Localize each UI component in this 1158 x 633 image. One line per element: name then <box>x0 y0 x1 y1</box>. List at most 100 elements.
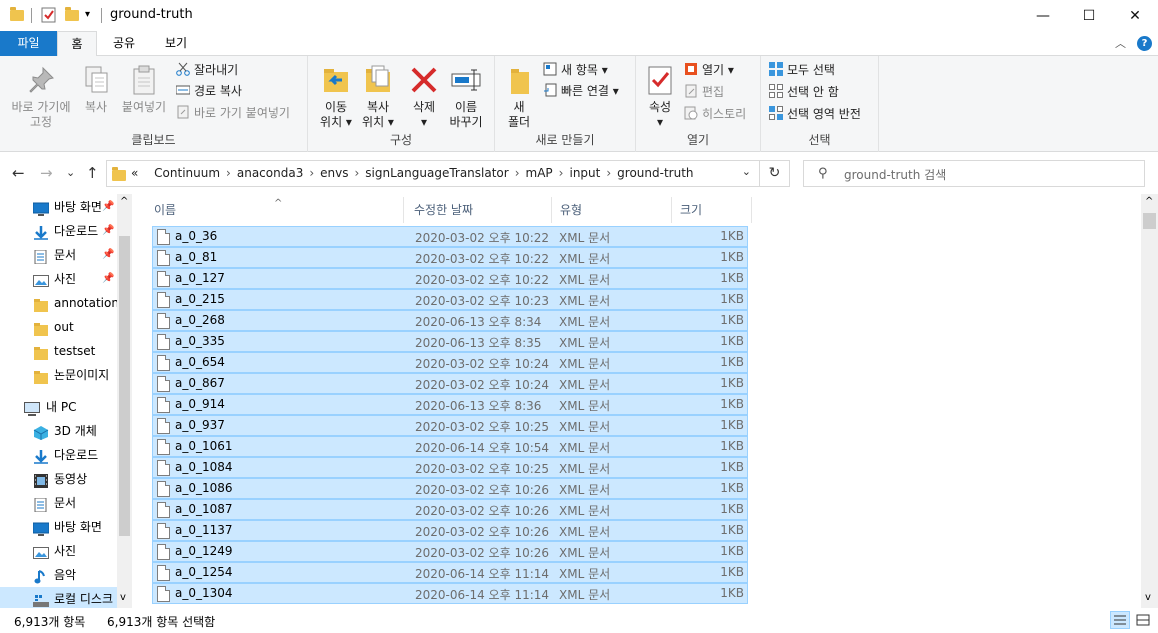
new-folder-quick-icon[interactable] <box>65 7 79 25</box>
help-icon[interactable]: ? <box>1137 36 1152 51</box>
properties-button[interactable]: 속성 ▾ <box>644 64 676 130</box>
breadcrumb-anaconda3[interactable]: anaconda3 <box>237 166 303 180</box>
new-item-button[interactable]: 새 항목 ▾ <box>543 60 608 80</box>
pin-quick-access-button[interactable]: 바로 가기에 고정 <box>6 64 76 130</box>
nav-scroll-up-icon[interactable]: ^ <box>120 196 128 207</box>
copy-button[interactable]: 복사 <box>78 64 114 115</box>
nav-item-pc-documents[interactable]: 문서 <box>0 491 118 515</box>
back-button[interactable]: ← <box>12 164 25 182</box>
nav-item-pictures[interactable]: 사진 📌 <box>0 267 118 291</box>
breadcrumb-separator-icon[interactable]: › <box>515 166 520 180</box>
search-input[interactable]: ⚲ ground-truth 검색 <box>803 160 1145 187</box>
file-list-scroll-thumb[interactable] <box>1143 213 1156 229</box>
nav-scroll-down-icon[interactable]: v <box>120 592 126 603</box>
file-row[interactable]: a_0_1086 2020-03-02 오후 10:26 XML 문서 1KB <box>152 478 748 499</box>
column-header-date[interactable]: 수정한 날짜 <box>404 197 552 223</box>
address-bar[interactable]: « Continuum › anaconda3 › envs › signLanguageT… <box>106 160 760 187</box>
nav-item-videos[interactable]: 동영상 <box>0 467 118 491</box>
copy-to-button[interactable]: 복사 위치 ▾ <box>356 64 400 130</box>
scroll-down-icon[interactable]: v <box>1145 592 1151 603</box>
nav-scrollbar[interactable]: ^ v <box>117 194 132 608</box>
delete-button[interactable]: 삭제 ▾ <box>404 64 444 130</box>
nav-item-pc-desktop[interactable]: 바탕 화면 <box>0 515 118 539</box>
easy-access-button[interactable]: 빠른 연결 ▾ <box>543 81 619 101</box>
new-folder-button[interactable]: 새 폴더 <box>501 64 537 130</box>
file-row[interactable]: a_0_1304 2020-06-14 오후 11:14 XML 문서 1KB <box>152 583 748 604</box>
move-to-button[interactable]: 이동 위치 ▾ <box>314 64 358 130</box>
breadcrumb-ground-truth[interactable]: ground-truth <box>617 166 693 180</box>
history-button[interactable]: 히스토리 <box>684 104 746 124</box>
large-icons-view-button[interactable] <box>1133 611 1153 629</box>
properties-dropdown[interactable]: ▾ <box>644 115 676 130</box>
file-row[interactable]: a_0_81 2020-03-02 오후 10:22 XML 문서 1KB <box>152 247 748 268</box>
nav-item-3d-objects[interactable]: 3D 개체 <box>0 419 118 443</box>
nav-item-this-pc[interactable]: 내 PC <box>0 395 118 419</box>
edit-button[interactable]: 편집 <box>684 82 724 102</box>
file-row[interactable]: a_0_914 2020-06-13 오후 8:36 XML 문서 1KB <box>152 394 748 415</box>
file-row[interactable]: a_0_937 2020-03-02 오후 10:25 XML 문서 1KB <box>152 415 748 436</box>
cut-button[interactable]: 잘라내기 <box>176 60 238 80</box>
close-button[interactable]: ✕ <box>1112 0 1158 31</box>
file-row[interactable]: a_0_1254 2020-06-14 오후 11:14 XML 문서 1KB <box>152 562 748 583</box>
select-all-button[interactable]: 모두 선택 <box>769 60 835 80</box>
nav-item-testset[interactable]: testset <box>0 339 118 363</box>
breadcrumb-overflow[interactable]: « <box>131 166 138 180</box>
customize-qat-icon[interactable]: ▾ <box>85 9 95 27</box>
nav-item-documents[interactable]: 문서 📌 <box>0 243 118 267</box>
tab-file[interactable]: 파일 <box>0 31 57 56</box>
column-header-name[interactable]: 이름 ^ <box>140 197 404 223</box>
nav-item-pc-pictures[interactable]: 사진 <box>0 539 118 563</box>
properties-icon[interactable] <box>41 7 57 25</box>
up-button[interactable]: ↑ <box>86 164 99 182</box>
file-row[interactable]: a_0_127 2020-03-02 오후 10:22 XML 문서 1KB <box>152 268 748 289</box>
nav-item-desktop[interactable]: 바탕 화면 📌 <box>0 195 118 219</box>
delete-dropdown[interactable]: ▾ <box>404 115 444 130</box>
scroll-up-icon[interactable]: ^ <box>1145 196 1153 207</box>
breadcrumb-separator-icon[interactable]: › <box>606 166 611 180</box>
minimize-button[interactable]: — <box>1020 0 1066 31</box>
tab-view[interactable]: 보기 <box>156 31 196 56</box>
nav-item-downloads[interactable]: 다운로드 📌 <box>0 219 118 243</box>
file-row[interactable]: a_0_1249 2020-03-02 오후 10:26 XML 문서 1KB <box>152 541 748 562</box>
nav-item-paper-images[interactable]: 논문이미지 <box>0 363 118 387</box>
breadcrumb-separator-icon[interactable]: › <box>309 166 314 180</box>
breadcrumb-continuum[interactable]: Continuum <box>154 166 220 180</box>
invert-selection-button[interactable]: 선택 영역 반전 <box>769 104 861 124</box>
file-row[interactable]: a_0_867 2020-03-02 오후 10:24 XML 문서 1KB <box>152 373 748 394</box>
file-row[interactable]: a_0_268 2020-06-13 오후 8:34 XML 문서 1KB <box>152 310 748 331</box>
select-none-button[interactable]: 선택 안 함 <box>769 82 839 102</box>
breadcrumb-separator-icon[interactable]: › <box>559 166 564 180</box>
file-row[interactable]: a_0_36 2020-03-02 오후 10:22 XML 문서 1KB <box>152 226 748 247</box>
nav-item-music[interactable]: 음악 <box>0 563 118 587</box>
breadcrumb-signlanguagetranslator[interactable]: signLanguageTranslator <box>365 166 508 180</box>
file-row[interactable]: a_0_1061 2020-06-14 오후 10:54 XML 문서 1KB <box>152 436 748 457</box>
tab-share[interactable]: 공유 <box>104 31 144 56</box>
tab-home[interactable]: 홈 <box>57 31 97 57</box>
maximize-button[interactable]: ☐ <box>1066 0 1112 31</box>
column-header-size[interactable]: 크기 <box>672 197 752 223</box>
breadcrumb-separator-icon[interactable]: › <box>226 166 231 180</box>
breadcrumb-separator-icon[interactable]: › <box>354 166 359 180</box>
breadcrumb-envs[interactable]: envs <box>320 166 348 180</box>
file-list-scrollbar[interactable]: ^ v <box>1141 194 1158 608</box>
nav-item-out[interactable]: out <box>0 315 118 339</box>
nav-item-local-disk[interactable]: 로컬 디스크 <box>0 587 118 608</box>
nav-item-pc-downloads[interactable]: 다운로드 <box>0 443 118 467</box>
paste-shortcut-button[interactable]: 바로 가기 붙여넣기 <box>176 103 290 123</box>
file-row[interactable]: a_0_1137 2020-03-02 오후 10:26 XML 문서 1KB <box>152 520 748 541</box>
file-row[interactable]: a_0_335 2020-06-13 오후 8:35 XML 문서 1KB <box>152 331 748 352</box>
nav-scroll-thumb[interactable] <box>119 236 130 536</box>
file-row[interactable]: a_0_654 2020-03-02 오후 10:24 XML 문서 1KB <box>152 352 748 373</box>
refresh-button[interactable]: ↻ <box>760 160 790 187</box>
copy-path-button[interactable]: 경로 복사 <box>175 81 242 101</box>
open-button[interactable]: 열기 ▾ <box>684 60 734 80</box>
file-row[interactable]: a_0_215 2020-03-02 오후 10:23 XML 문서 1KB <box>152 289 748 310</box>
breadcrumb-map[interactable]: mAP <box>526 166 553 180</box>
address-dropdown-icon[interactable]: ⌄ <box>742 165 751 178</box>
chevron-up-icon[interactable]: ︿ <box>1115 35 1126 51</box>
file-row[interactable]: a_0_1087 2020-03-02 오후 10:26 XML 문서 1KB <box>152 499 748 520</box>
breadcrumb-input[interactable]: input <box>569 166 600 180</box>
rename-button[interactable]: 이름 바꾸기 <box>444 64 488 130</box>
file-row[interactable]: a_0_1084 2020-03-02 오후 10:25 XML 문서 1KB <box>152 457 748 478</box>
paste-button[interactable]: 붙여넣기 <box>118 64 170 115</box>
